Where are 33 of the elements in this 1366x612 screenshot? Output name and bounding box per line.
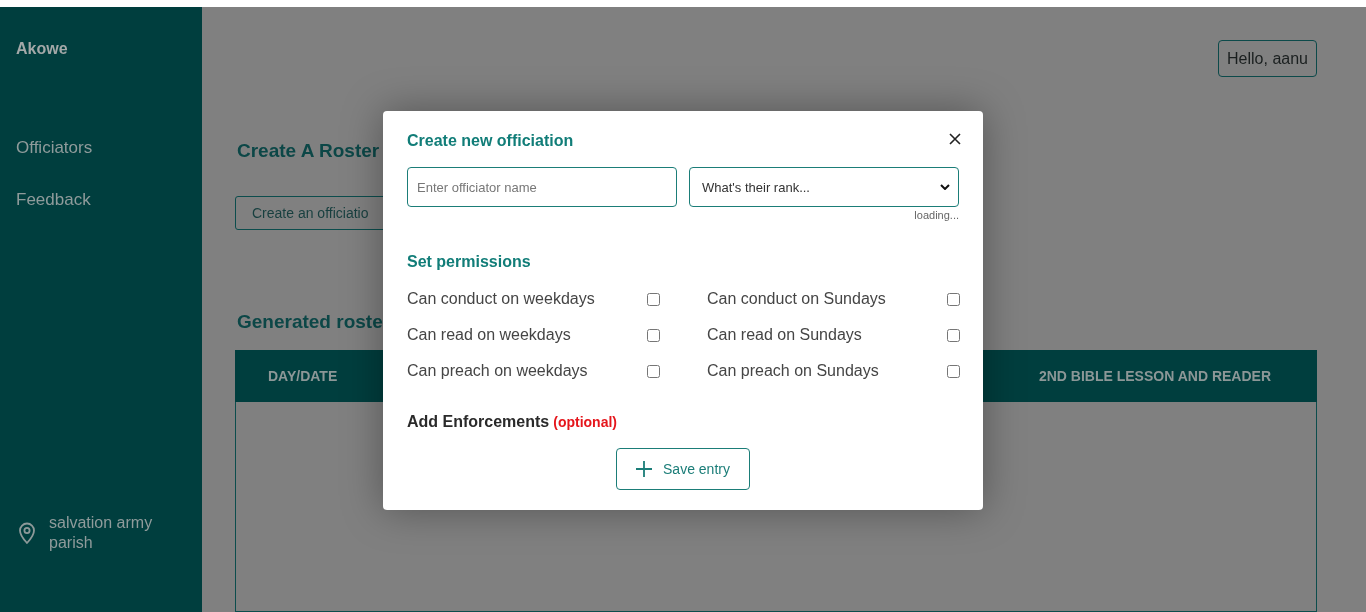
modal-title: Create new officiation xyxy=(407,131,574,151)
map-pin-icon xyxy=(18,522,36,544)
permission-label: Can preach on weekdays xyxy=(407,362,588,380)
officiator-name-field[interactable]: Enter officiator name xyxy=(407,167,677,207)
user-greeting-button[interactable]: Hello, aanu xyxy=(1218,40,1317,77)
permission-checkbox[interactable] xyxy=(647,364,660,378)
chevron-down-icon xyxy=(940,184,950,190)
permissions-heading: Set permissions xyxy=(407,252,531,272)
enforcements-heading: Add Enforcements xyxy=(407,412,550,432)
rank-select[interactable]: What's their rank... xyxy=(689,167,959,207)
optional-note: (optional) xyxy=(553,414,617,430)
column-header: 2ND BIBLE LESSON AND READER xyxy=(1038,368,1271,384)
permission-label: Can conduct on Sundays xyxy=(707,290,886,308)
sidebar-item[interactable]: Officiators xyxy=(16,137,93,159)
permission-checkbox[interactable] xyxy=(947,364,960,378)
permission-checkbox[interactable] xyxy=(947,328,960,342)
permission-label: Can preach on Sundays xyxy=(707,362,879,380)
permission-label: Can read on weekdays xyxy=(407,326,571,344)
save-entry-button[interactable]: Save entry xyxy=(616,448,750,490)
column-header: DAY/DATE xyxy=(268,368,338,384)
page-title: Create A Roster xyxy=(237,139,380,163)
parish-name: salvation army parish xyxy=(49,513,154,553)
section-title: Generated roste xyxy=(237,310,383,334)
sidebar-item[interactable]: Feedback xyxy=(16,189,91,211)
close-icon[interactable] xyxy=(949,133,961,145)
brand-name: Akowe xyxy=(16,39,68,59)
permission-checkbox[interactable] xyxy=(947,292,960,306)
permission-label: Can conduct on weekdays xyxy=(407,290,595,308)
permission-label: Can read on Sundays xyxy=(707,326,862,344)
permission-checkbox[interactable] xyxy=(647,292,660,306)
plus-icon xyxy=(636,461,653,477)
loading-text: loading... xyxy=(914,208,959,222)
permission-checkbox[interactable] xyxy=(647,328,660,342)
